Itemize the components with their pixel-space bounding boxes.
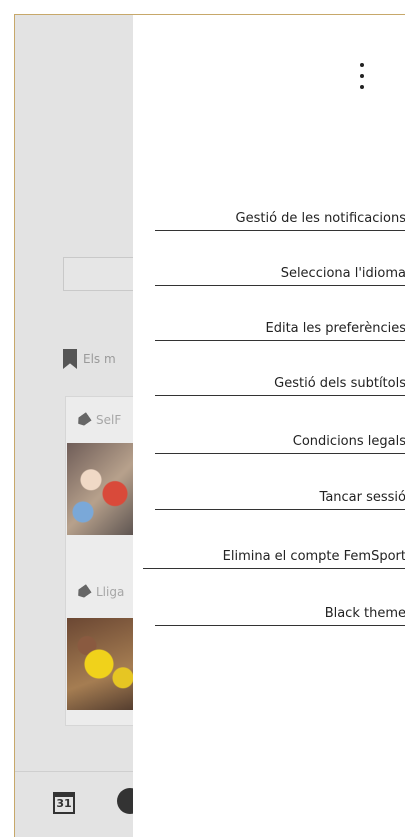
menu-item-black-theme[interactable]: Black theme [155,598,405,626]
card-tag-row: SelF [77,413,121,427]
menu-item-language[interactable]: Selecciona l'idioma [155,258,405,286]
menu-item-logout[interactable]: Tancar sessió [155,482,405,510]
settings-drawer: Gestió de les notificacions Selecciona l… [133,15,405,837]
tag-icon [75,412,91,428]
menu-item-label: Gestió dels subtítols [274,376,405,391]
saved-section-header: Els m [63,345,116,373]
card-tag-label: Lliga [96,585,125,599]
search-input[interactable] [63,257,143,291]
saved-section-label: Els m [83,352,116,366]
menu-item-delete-account[interactable]: Elimina el compte FemSport [143,541,405,569]
card-tag-row: Lliga [77,585,124,599]
menu-item-subtitles[interactable]: Gestió dels subtítols [155,368,405,396]
calendar-day: 31 [56,797,72,810]
menu-item-legal[interactable]: Condicions legals [155,426,405,454]
bookmark-icon [63,349,77,369]
menu-item-preferences[interactable]: Edita les preferències [155,313,405,341]
menu-item-label: Elimina el compte FemSport [222,549,405,564]
tag-icon [75,584,91,600]
menu-item-label: Condicions legals [292,434,405,449]
menu-item-label: Selecciona l'idioma [280,266,405,281]
menu-item-label: Edita les preferències [265,321,405,336]
more-options-icon[interactable] [357,63,367,89]
menu-item-label: Black theme [324,606,405,621]
card-tag-label: SelF [96,413,122,427]
menu-item-notifications[interactable]: Gestió de les notificacions [155,203,405,231]
calendar-icon[interactable]: 31 [53,792,75,814]
menu-item-label: Gestió de les notificacions [235,211,405,226]
menu-item-label: Tancar sessió [319,490,405,505]
app-frame: Els m SelF Lliga 31 Gestió de les notifi… [14,14,405,837]
